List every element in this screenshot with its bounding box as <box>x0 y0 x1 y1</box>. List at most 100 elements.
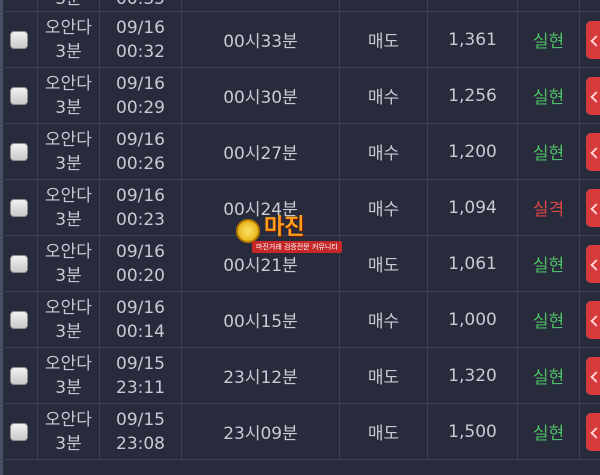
row-select-cell <box>0 404 38 459</box>
game-interval: 3분 <box>55 97 82 118</box>
game-name: 오안다 <box>45 409 92 430</box>
game-interval: 3분 <box>55 265 82 286</box>
row-checkbox[interactable] <box>9 30 28 49</box>
trade-result: 실현 <box>532 424 565 444</box>
row-checkbox[interactable] <box>9 198 28 217</box>
action-cell <box>580 236 600 291</box>
amount-cell: 1,320 <box>428 348 518 403</box>
table-row[interactable]: 오안다 3분 09/16 00:23 00시24분 매수 1,094 실격 <box>0 180 600 236</box>
row-checkbox[interactable] <box>9 422 28 441</box>
trade-time: 00:26 <box>116 153 165 174</box>
round-cell: 00시21분 <box>182 236 340 291</box>
trade-type: 매수 <box>367 200 400 220</box>
table-row[interactable]: 오안다 3분 09/15 23:08 23시09분 매도 1,500 실현 <box>0 404 600 460</box>
action-cell <box>580 68 600 123</box>
round-cell: 00시24분 <box>182 180 340 235</box>
game-name: 오안다 <box>45 353 92 374</box>
row-action-button[interactable] <box>586 300 600 339</box>
row-select-cell <box>0 68 38 123</box>
game-interval: 3분 <box>55 321 82 342</box>
trade-time: 00:14 <box>116 321 165 342</box>
trade-result: 실격 <box>532 200 565 220</box>
row-checkbox[interactable] <box>9 142 28 161</box>
round-label: 00시15분 <box>223 312 298 332</box>
round-cell: 00시27분 <box>182 124 340 179</box>
game-interval: 3분 <box>55 41 82 62</box>
history-viewport: 3분00:35오안다3분09/1600:3200시33분매도1,361실현오안다… <box>0 0 600 475</box>
row-checkbox[interactable] <box>9 310 28 329</box>
trade-result: 실현 <box>532 368 565 388</box>
trade-time: 00:32 <box>116 41 165 62</box>
type-cell: 매수 <box>340 124 428 179</box>
row-action-button[interactable] <box>586 188 600 227</box>
round-label: 00시33분 <box>223 32 298 52</box>
trade-type: 매수 <box>367 312 400 332</box>
trade-date: 09/16 <box>116 73 165 94</box>
round-label: 23시09분 <box>223 424 298 444</box>
game-name: 오안다 <box>45 73 92 94</box>
game-cell: 3분 <box>38 0 100 11</box>
round-cell: 00시33분 <box>182 12 340 67</box>
row-checkbox[interactable] <box>9 254 28 273</box>
game-interval: 3분 <box>55 433 82 454</box>
round-label: 00시27분 <box>223 144 298 164</box>
game-cell: 오안다 3분 <box>38 124 100 179</box>
action-cell <box>580 124 600 179</box>
table-row[interactable]: 3분 00:35 <box>0 0 600 12</box>
result-cell <box>518 0 580 11</box>
time-cell: 09/16 00:20 <box>100 236 182 291</box>
trade-date: 09/15 <box>116 409 165 430</box>
time-cell: 09/16 00:23 <box>100 180 182 235</box>
row-checkbox[interactable] <box>9 366 28 385</box>
amount-cell: 1,200 <box>428 124 518 179</box>
result-cell: 실현 <box>518 12 580 67</box>
row-action-button[interactable] <box>586 76 600 115</box>
table-row[interactable]: 오안다 3분 09/16 00:20 00시21분 매도 1,061 실현 <box>0 236 600 292</box>
time-cell: 09/16 00:26 <box>100 124 182 179</box>
amount-cell <box>428 0 518 11</box>
result-cell: 실현 <box>518 292 580 347</box>
amount-cell: 1,061 <box>428 236 518 291</box>
table-row[interactable]: 오안다 3분 09/16 00:14 00시15분 매수 1,000 실현 <box>0 292 600 348</box>
row-action-button[interactable] <box>586 356 600 395</box>
round-cell: 00시30분 <box>182 68 340 123</box>
round-cell: 23시12분 <box>182 348 340 403</box>
trade-result: 실현 <box>532 256 565 276</box>
row-action-button[interactable] <box>586 132 600 171</box>
row-action-button[interactable] <box>586 20 600 59</box>
trade-time: 23:08 <box>116 433 165 454</box>
amount-cell: 1,361 <box>428 12 518 67</box>
action-cell <box>580 12 600 67</box>
trade-date: 09/16 <box>116 17 165 38</box>
trade-amount: 1,061 <box>448 253 497 274</box>
type-cell <box>340 0 428 11</box>
amount-cell: 1,094 <box>428 180 518 235</box>
game-interval: 3분 <box>55 153 82 174</box>
trade-result: 실현 <box>532 312 565 332</box>
row-select-cell <box>0 12 38 67</box>
time-cell: 09/16 00:14 <box>100 292 182 347</box>
trade-type: 매수 <box>367 144 400 164</box>
trade-time: 00:23 <box>116 209 165 230</box>
table-row[interactable]: 오안다 3분 09/16 00:32 00시33분 매도 1,361 실현 <box>0 12 600 68</box>
row-action-button[interactable] <box>586 412 600 451</box>
trade-amount: 1,361 <box>448 29 497 50</box>
table-row[interactable]: 오안다 3분 09/15 23:11 23시12분 매도 1,320 실현 <box>0 348 600 404</box>
game-cell: 오안다 3분 <box>38 404 100 459</box>
game-cell: 오안다 3분 <box>38 292 100 347</box>
row-select-cell <box>0 348 38 403</box>
game-interval: 3분 <box>55 0 81 11</box>
action-cell <box>580 180 600 235</box>
type-cell: 매도 <box>340 12 428 67</box>
row-action-button[interactable] <box>586 244 600 283</box>
trade-date: 09/15 <box>116 353 165 374</box>
table-row[interactable]: 오안다 3분 09/16 00:26 00시27분 매수 1,200 실현 <box>0 124 600 180</box>
type-cell: 매도 <box>340 348 428 403</box>
round-label: 00시21분 <box>223 256 298 276</box>
row-checkbox[interactable] <box>9 86 28 105</box>
row-select-cell <box>0 236 38 291</box>
game-cell: 오안다 3분 <box>38 180 100 235</box>
trade-result: 실현 <box>532 88 565 108</box>
table-row[interactable]: 오안다 3분 09/16 00:29 00시30분 매수 1,256 실현 <box>0 68 600 124</box>
time-cell: 09/16 00:32 <box>100 12 182 67</box>
